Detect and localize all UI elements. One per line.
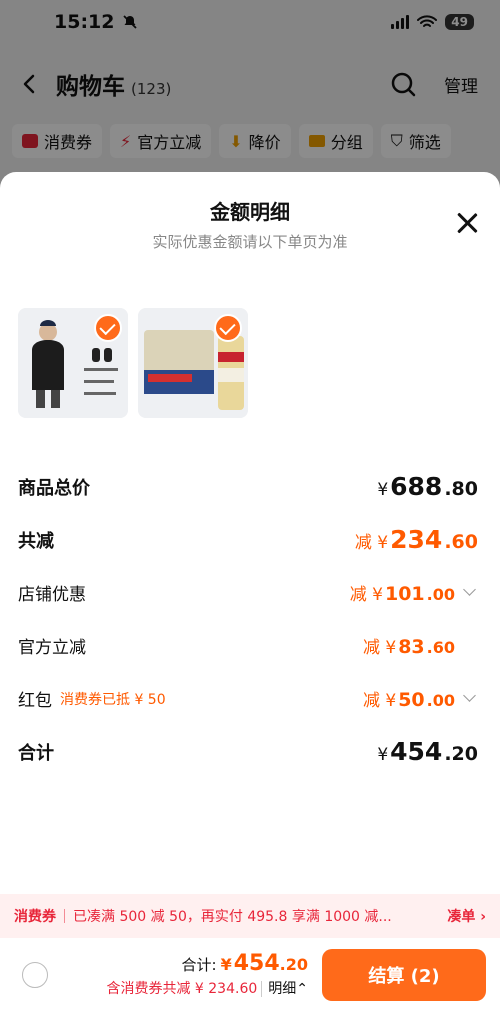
sheet-subtitle: 实际优惠金额请以下单页为准 [152, 233, 348, 251]
discount-summary: 含消费券共减 ¥ 234.60 [106, 981, 258, 997]
row-store-discount[interactable]: 店铺优惠 减 ¥101.00 [18, 566, 478, 619]
official-reduction-amount: 减 ¥83.60 [362, 636, 455, 658]
coupon-promo-bar[interactable]: 消费券 已凑满 500 减 50，再实付 495.8 享满 1000 减... … [0, 894, 500, 938]
selected-products [0, 252, 500, 418]
checkout-button[interactable]: 结算 (2) [322, 948, 486, 1001]
sheet-title: 金额明细 [210, 200, 290, 224]
checked-icon [214, 314, 242, 342]
row-red-packet[interactable]: 红包 消费券已抵 ¥ 50 减 ¥50.00 [18, 672, 478, 725]
chevron-down-icon[interactable] [463, 583, 476, 596]
goods-total-amount: ¥688.80 [377, 472, 478, 501]
row-subtotal: 合计 ¥454.20 [18, 737, 478, 766]
store-discount-amount: 减 ¥101.00 [349, 583, 455, 605]
red-packet-amount: 减 ¥50.00 [362, 689, 455, 711]
product-thumb-beer[interactable] [138, 308, 248, 418]
total-label: 合计: [181, 956, 217, 974]
promo-tag: 消费券 [14, 909, 56, 925]
subtotal-amount: ¥454.20 [377, 737, 478, 766]
divider [64, 909, 65, 923]
totals: 合计: ¥454.20 含消费券共减 ¥ 234.60 明细⌃ [106, 951, 308, 998]
promo-text: 已凑满 500 减 50，再实付 495.8 享满 1000 减... [73, 909, 392, 925]
amount-detail-sheet: 金额明细 实际优惠金额请以下单页为准 商品总价 ¥ 688 .80 共减 减 ¥… [0, 172, 500, 1011]
select-all-radio[interactable] [22, 961, 48, 988]
row-goods-total: 商品总价 ¥688.80 [18, 472, 478, 501]
coupon-hint: 消费券已抵 ¥ 50 [60, 691, 166, 708]
chevron-down-icon[interactable] [463, 689, 476, 702]
row-official-reduction: 官方立减 减 ¥83.60 [18, 619, 478, 672]
row-total-reduction: 共减 减 ¥234.60 [18, 525, 478, 554]
total-amount: ¥454.20 [220, 951, 308, 976]
product-thumb-jacket[interactable] [18, 308, 128, 418]
amount-rows: 商品总价 ¥688.80 共减 减 ¥234.60 店铺优惠 减 ¥101.00… [0, 418, 500, 778]
checked-icon [94, 314, 122, 342]
add-items-link[interactable]: 凑单 › [447, 906, 486, 926]
total-reduction-amount: 减 ¥234.60 [354, 525, 478, 554]
close-icon[interactable] [456, 212, 478, 234]
detail-toggle[interactable]: 明细⌃ [261, 981, 308, 997]
checkout-bar: 合计: ¥454.20 含消费券共减 ¥ 234.60 明细⌃ 结算 (2) [0, 938, 500, 1011]
